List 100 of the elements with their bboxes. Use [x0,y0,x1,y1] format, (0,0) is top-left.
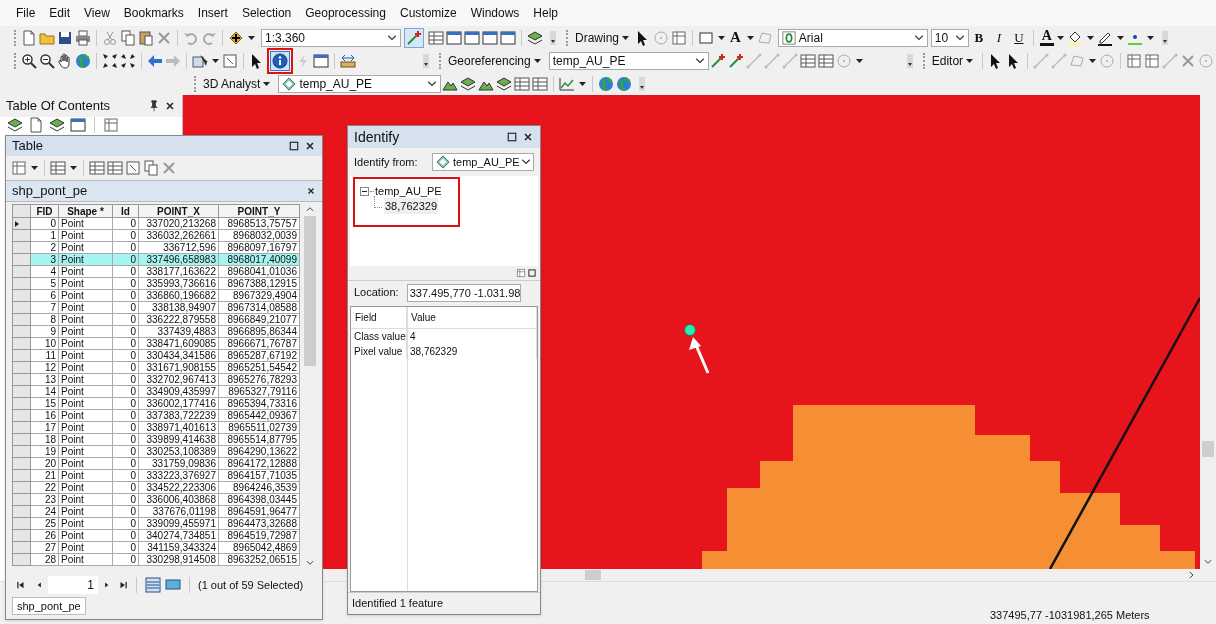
dropdown-arrow-icon[interactable] [855,58,863,63]
column-header[interactable]: Shape * [58,204,113,218]
column-header[interactable]: FID [30,204,59,218]
list-by-drawing-order-icon[interactable] [7,117,23,133]
close-icon[interactable] [164,100,176,112]
maximize-icon[interactable] [506,131,518,143]
dropdown-arrow-icon[interactable] [212,58,219,63]
close-icon[interactable] [306,186,316,196]
new-document-icon[interactable] [21,29,37,46]
fill-color-icon[interactable] [1067,29,1083,46]
location-field[interactable]: 337.495,770 -1.031.98 [406,283,521,302]
menu-item[interactable]: View [84,4,110,22]
table-tab[interactable]: shp_pont_pe [12,597,86,615]
scale-field[interactable]: 1:3.360 [261,28,401,47]
font-size-field[interactable]: 10 [930,28,969,47]
list-by-visibility-icon[interactable] [49,117,65,133]
paste-icon[interactable] [138,29,154,46]
globe-icon[interactable] [616,75,633,92]
menu-item[interactable]: Edit [49,4,71,22]
link-table-icon[interactable] [799,52,816,69]
dropdown-arrow-icon[interactable] [1147,35,1154,40]
3d-analyst-menu[interactable]: 3D Analyst [200,73,276,94]
options-icon[interactable] [103,117,119,133]
window-icon[interactable] [464,29,480,46]
table-icon[interactable] [532,75,549,92]
copy-records-icon[interactable] [143,160,159,176]
dropdown-arrow-icon[interactable] [718,35,725,40]
menu-item[interactable]: Selection [241,4,292,22]
layout-icon[interactable] [527,268,537,278]
dropdown-arrow-icon[interactable] [579,81,587,86]
profile-graph-icon[interactable] [559,75,576,92]
dropdown-arrow-icon[interactable] [1089,58,1097,63]
menu-item[interactable]: File [16,4,36,22]
dropdown-arrow-icon[interactable] [966,58,974,63]
editor-menu[interactable]: Editor [928,50,979,71]
tree-item[interactable]: 38,762329 [384,197,438,214]
first-record-icon[interactable] [16,580,26,590]
table-icon[interactable] [817,52,834,69]
delete-icon[interactable] [156,29,172,46]
scroll-right-icon[interactable] [1186,570,1196,580]
pin-icon[interactable] [148,100,160,112]
dropdown-arrow-icon[interactable] [1057,35,1064,40]
dropdown-arrow-icon[interactable] [1117,35,1124,40]
scrollbar-thumb[interactable] [1202,441,1214,457]
scrollbar-thumb[interactable] [585,570,601,580]
dropdown-arrow-icon[interactable] [70,166,77,170]
related-tables-icon[interactable] [50,160,66,176]
tree-item[interactable]: temp_AU_PE [375,182,442,200]
maximize-icon[interactable] [288,140,300,152]
table-icon[interactable] [428,29,444,46]
font-color-button[interactable]: A [1039,29,1054,46]
scroll-down-icon[interactable] [305,558,315,568]
print-icon[interactable] [75,29,91,46]
layers-icon[interactable] [527,29,543,46]
collapse-icon[interactable] [360,186,369,196]
copy-icon[interactable] [120,29,136,46]
list-by-source-icon[interactable] [28,117,44,133]
pan-icon[interactable] [57,52,73,69]
list-by-selection-icon[interactable] [70,117,86,133]
popup-icon[interactable] [313,52,329,69]
window-icon[interactable] [500,29,516,46]
georeferencing-menu[interactable]: Georeferencing [445,50,546,71]
grid-icon[interactable] [671,29,687,46]
zoom-out-icon[interactable] [39,52,55,69]
zoom-out-arrows-icon[interactable] [120,52,136,69]
save-icon[interactable] [57,29,73,46]
window-icon[interactable] [446,29,462,46]
menu-item[interactable]: Geoprocessing [305,4,386,22]
delete-icon[interactable] [1180,52,1197,69]
grid-icon[interactable] [1144,52,1161,69]
globe-icon[interactable] [598,75,615,92]
cut-icon[interactable] [102,29,118,46]
format-button[interactable]: B [968,27,989,48]
column-header[interactable]: Id [112,204,139,218]
control-point-icon[interactable] [727,52,744,69]
clear-selection-icon[interactable] [125,160,141,176]
dropdown-arrow-icon[interactable] [248,35,255,40]
measure-icon[interactable] [340,52,356,69]
menu-item[interactable]: Windows [470,4,520,22]
select-icon[interactable] [192,52,208,69]
record-field[interactable]: 1 [48,576,98,594]
clear-selection-icon[interactable] [222,52,238,69]
dropdown-arrow-icon[interactable] [746,35,754,40]
text-tool-button[interactable]: A [727,26,744,49]
dropdown-arrow-icon[interactable] [31,166,38,170]
column-header[interactable]: POINT_X [138,204,219,218]
delete-icon[interactable] [161,160,177,176]
drawing-menu[interactable]: Drawing [572,27,634,48]
select-by-attributes-icon[interactable] [89,160,105,176]
dropdown-arrow-icon[interactable] [533,58,541,63]
format-button[interactable]: I [988,27,1009,48]
close-icon[interactable] [522,131,534,143]
globe-icon[interactable] [75,52,91,69]
analyst-layer-field[interactable]: temp_AU_PE [278,74,442,93]
dropdown-arrow-icon[interactable] [1087,35,1094,40]
close-icon[interactable] [304,140,316,152]
menu-item[interactable]: Bookmarks [123,4,184,22]
show-all-records-icon[interactable] [145,577,161,593]
column-header[interactable]: POINT_Y [218,204,300,218]
zoom-in-arrows-icon[interactable] [102,52,118,69]
